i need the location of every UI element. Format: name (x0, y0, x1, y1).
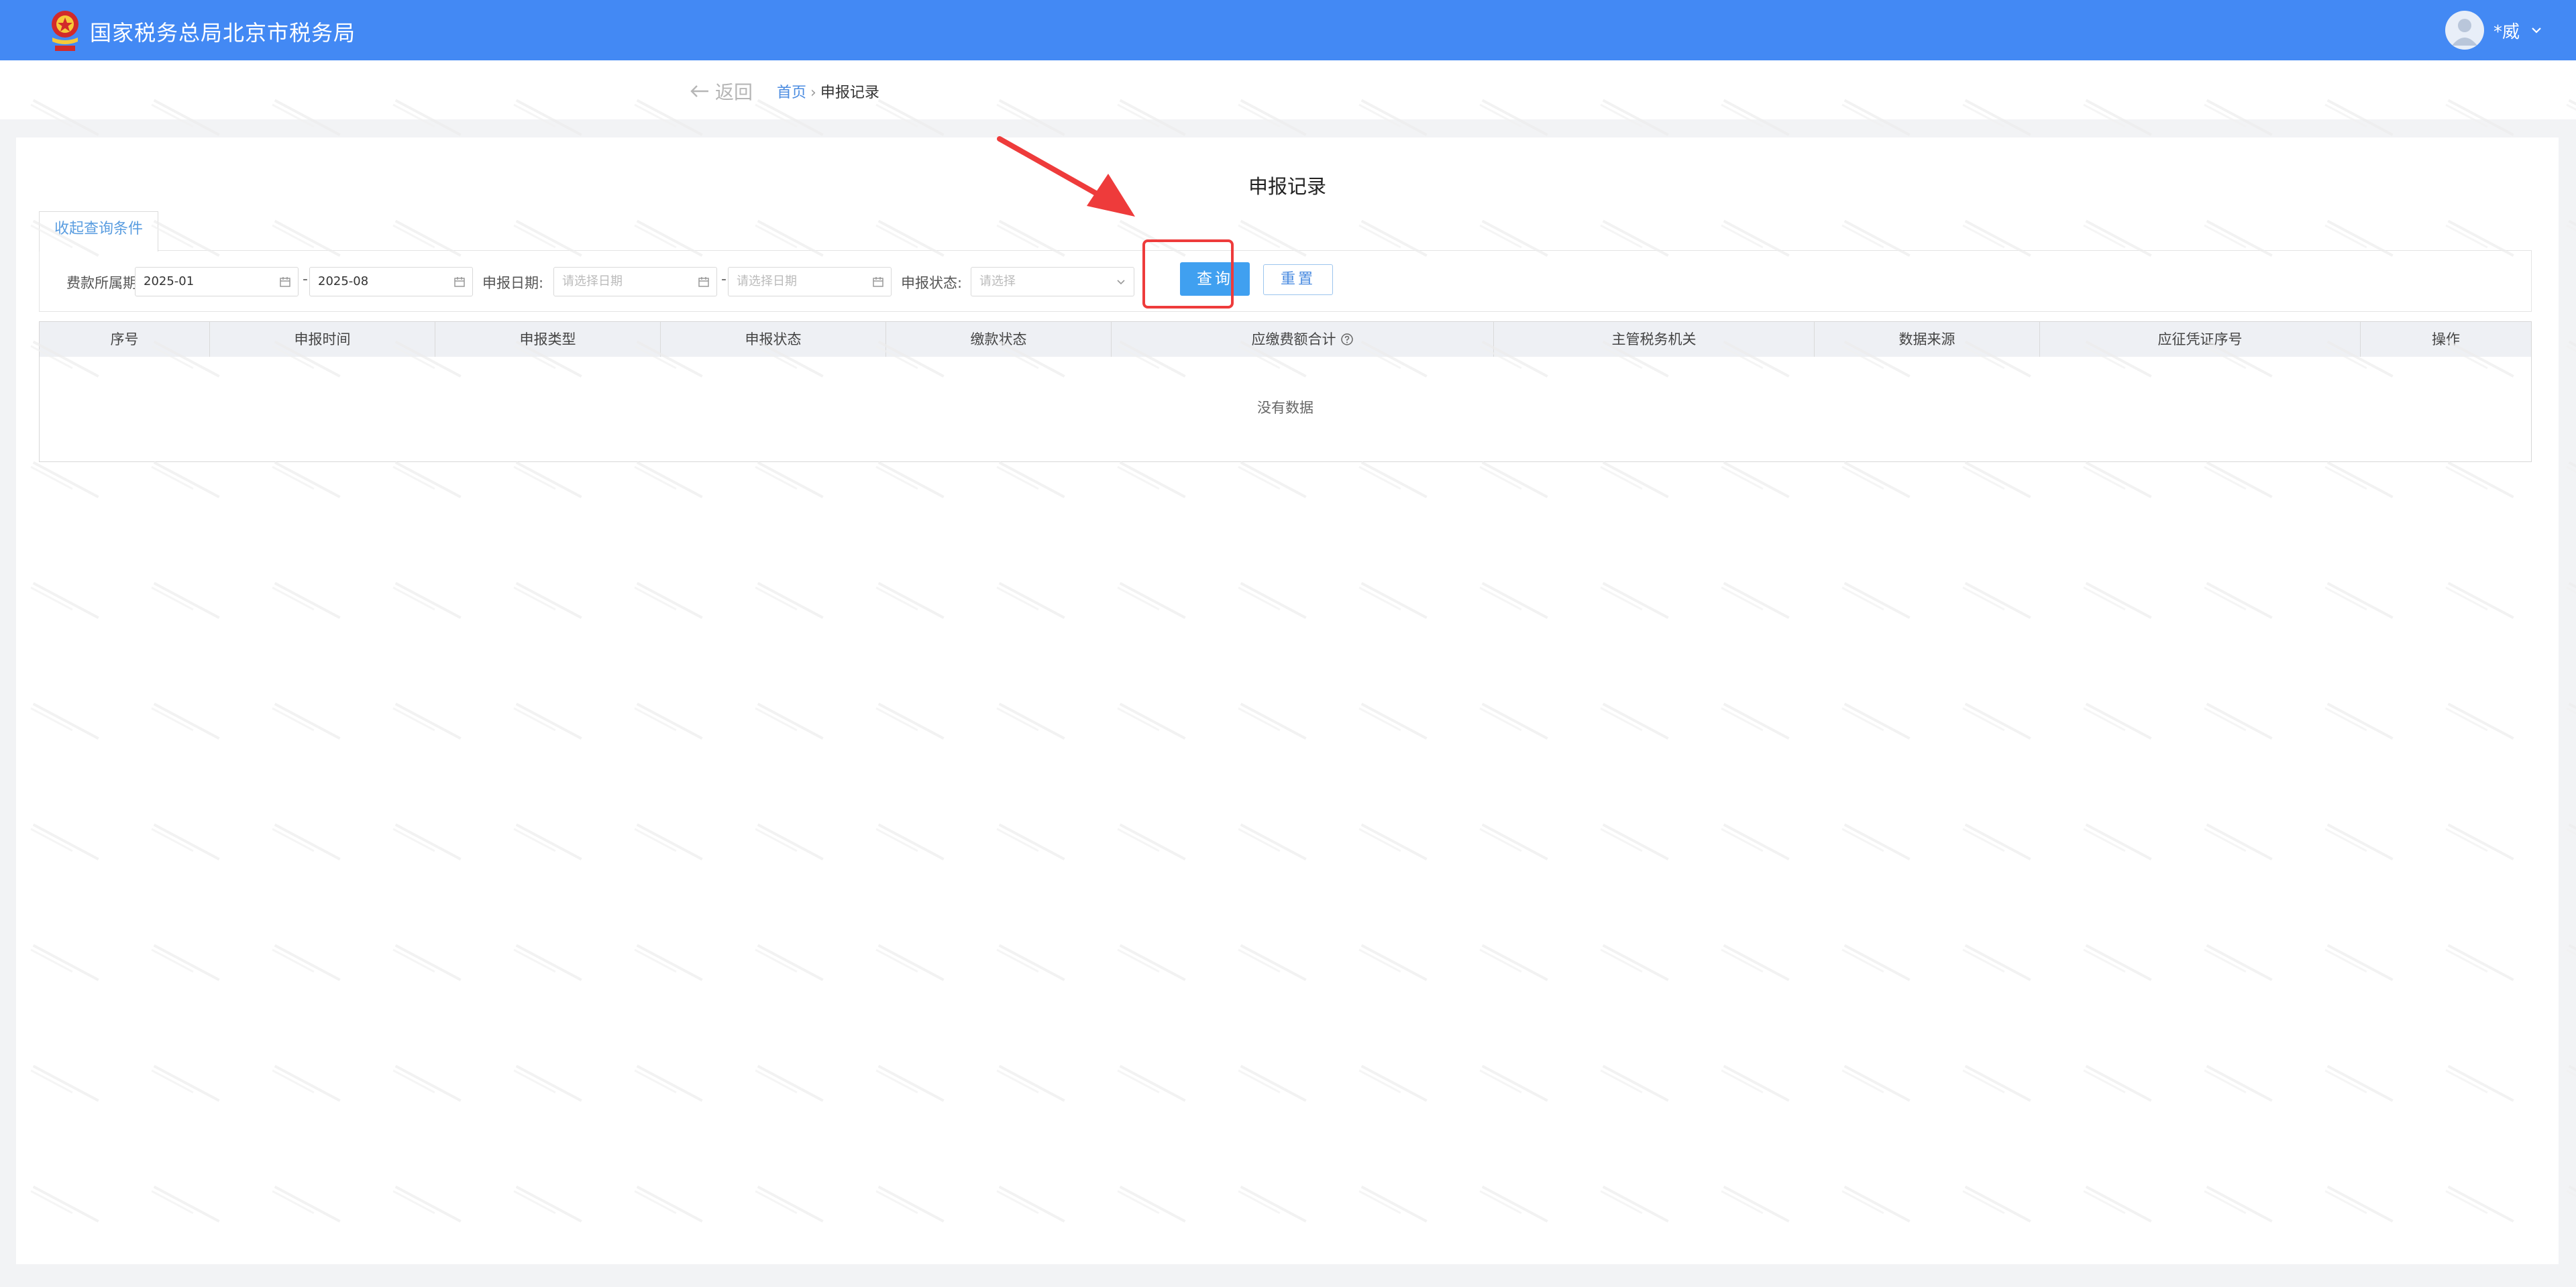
back-button[interactable]: 返回 (690, 78, 753, 105)
column-header: 申报状态 (661, 322, 886, 357)
breadcrumb-current: 申报记录 (820, 85, 879, 101)
column-header: 申报时间 (210, 322, 435, 357)
reset-button[interactable]: 重置 (1263, 264, 1333, 295)
breadcrumb: 首页 › 申报记录 (777, 80, 879, 102)
calendar-icon (280, 277, 290, 287)
chevron-down-icon[interactable] (2529, 23, 2544, 38)
chevron-down-icon (1117, 280, 1125, 285)
annotation-arrow (997, 136, 1135, 217)
column-header: 申报类型 (435, 322, 661, 357)
arrow-left-icon (690, 85, 708, 97)
column-header: 主管税务机关 (1494, 322, 1815, 357)
user-icon (2451, 19, 2477, 46)
top-header-bar: 国家税务总局北京市税务局 *威 (0, 0, 2576, 60)
column-header: 应征凭证序号 (2040, 322, 2361, 357)
period-end-input[interactable]: 2025-08 (309, 267, 473, 296)
column-header: 数据来源 (1815, 322, 2040, 357)
user-name: *威 (2493, 21, 2520, 42)
main-panel: 申报记录 收起查询条件 费款所属期: 2025-01 - 2025-08 申报日… (16, 137, 2559, 1264)
status-select[interactable]: 请选择 (971, 267, 1134, 296)
date-label: 申报日期: (482, 275, 544, 291)
filter-bar: 费款所属期: 2025-01 - 2025-08 申报日期: 请选择日期 - 请… (39, 250, 2532, 312)
help-circle-icon[interactable] (1340, 333, 1354, 346)
breadcrumb-bar: 返回 首页 › 申报记录 (0, 60, 2576, 119)
period-label: 费款所属期: (66, 275, 142, 291)
page-title: 申报记录 (1248, 175, 1326, 198)
period-end-value: 2025-08 (318, 274, 369, 288)
status-label: 申报状态: (901, 275, 963, 291)
column-header-amount: 应缴费额合计 (1112, 322, 1494, 357)
period-start-value: 2025-01 (144, 274, 195, 288)
status-placeholder: 请选择 (979, 274, 1016, 288)
range-dash: - (303, 271, 308, 288)
calendar-icon (454, 277, 465, 287)
calendar-icon (698, 277, 709, 287)
table-header: 序号 申报时间 申报类型 申报状态 缴款状态 应缴费额合计 主管税务机关 数据来… (40, 322, 2531, 357)
user-menu[interactable]: *威 (2445, 9, 2544, 51)
annotation-highlight-box (1142, 239, 1234, 309)
calendar-icon (873, 277, 883, 287)
date-end-input[interactable]: 请选择日期 (728, 267, 892, 296)
column-header: 操作 (2432, 331, 2460, 347)
column-header: 缴款状态 (886, 322, 1112, 357)
column-header-label: 应缴费额合计 (1251, 331, 1336, 347)
empty-state-text: 没有数据 (1257, 400, 1313, 416)
date-end-placeholder: 请选择日期 (737, 274, 797, 288)
site-title: 国家税务总局北京市税务局 (90, 20, 356, 46)
date-start-input[interactable]: 请选择日期 (553, 267, 717, 296)
records-table: 序号 申报时间 申报类型 申报状态 缴款状态 应缴费额合计 主管税务机关 数据来… (39, 321, 2532, 462)
date-start-placeholder: 请选择日期 (562, 274, 623, 288)
tax-emblem-logo (52, 11, 78, 51)
column-header: 序号 (40, 322, 210, 357)
back-label: 返回 (715, 81, 753, 103)
collapse-filter-tab[interactable]: 收起查询条件 (39, 211, 159, 251)
breadcrumb-separator: › (810, 85, 816, 101)
period-start-input[interactable]: 2025-01 (135, 267, 299, 296)
breadcrumb-home-link[interactable]: 首页 (777, 85, 806, 101)
avatar[interactable] (2445, 11, 2484, 50)
range-dash: - (721, 271, 727, 288)
